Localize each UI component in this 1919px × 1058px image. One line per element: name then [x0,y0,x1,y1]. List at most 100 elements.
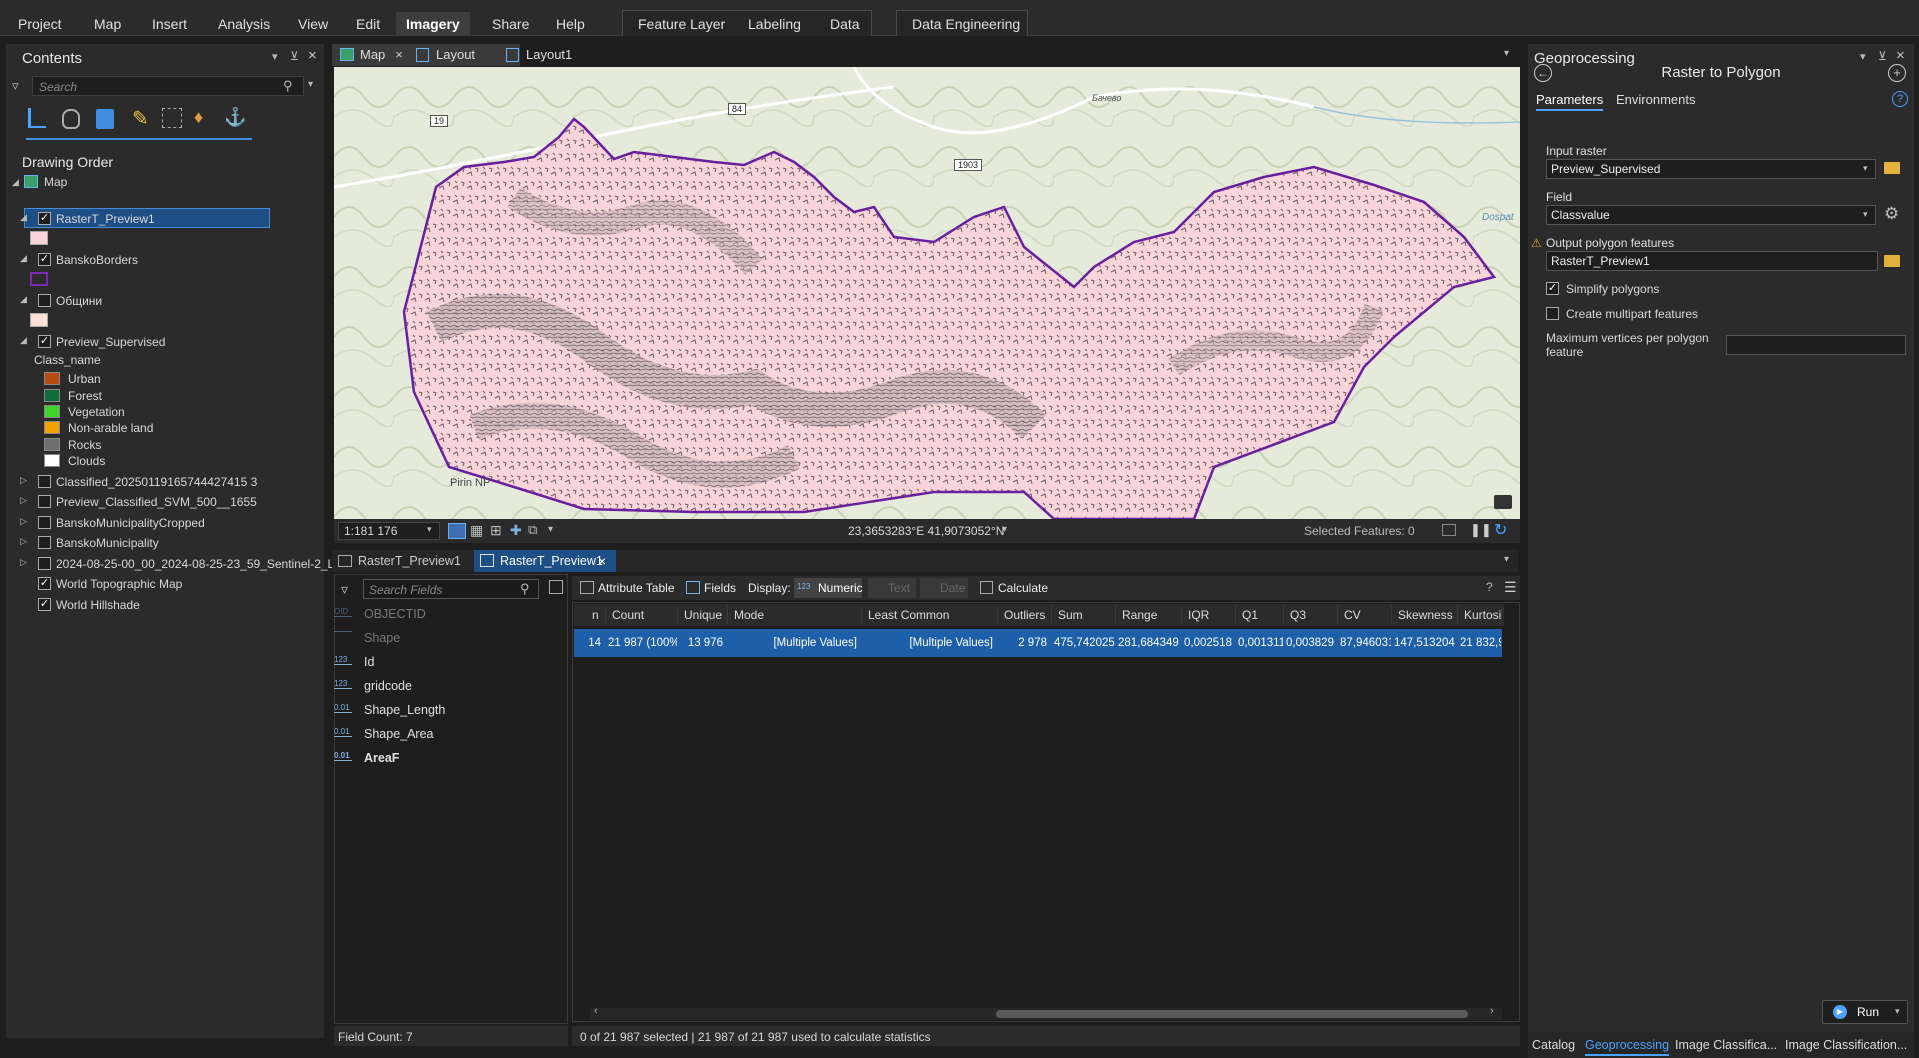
list-by-editing-icon[interactable]: ✎ [132,106,149,131]
attribution-icon[interactable] [1494,495,1512,509]
tab-data[interactable]: Data [820,12,870,36]
pin-icon[interactable]: ⊻ [290,49,299,63]
visibility-checkbox[interactable] [38,536,51,549]
visibility-checkbox[interactable] [38,294,51,307]
layer-preview-classified-svm[interactable]: ▷ Preview_Classified_SVM_500__1655 [6,491,306,513]
visibility-checkbox[interactable]: ✓ [38,212,51,225]
column-header[interactable]: Least Common [864,606,998,624]
bottom-tab-image-classification-1[interactable]: Image Classifica... [1675,1034,1777,1056]
visibility-checkbox[interactable]: ✓ [38,577,51,590]
cell[interactable]: 87,946031 [1340,630,1392,656]
tabs-overflow-icon[interactable]: ▾ [1504,48,1509,59]
max-vertices-input[interactable] [1726,335,1906,355]
layer-classified[interactable]: ▷ Classified_20250119165744427415 3 [6,471,306,493]
menu-icon[interactable]: ☰ [1504,579,1517,596]
multipart-checkbox[interactable] [1546,307,1559,320]
coordinate-icon[interactable]: ✚ [510,522,522,539]
visibility-checkbox[interactable] [38,557,51,570]
column-header[interactable]: Unique [680,606,728,624]
tab-analysis[interactable]: Analysis [208,12,280,36]
search-icon[interactable]: ⚲ [283,78,293,94]
calculate-button[interactable]: Calculate [998,581,1048,595]
map-view-tab-layout[interactable]: Layout [414,44,475,66]
cell[interactable]: 0,003829 [1286,630,1338,656]
visibility-checkbox[interactable]: ✓ [38,598,51,611]
expander-icon[interactable]: ◢ [20,253,27,264]
close-icon[interactable]: × [598,550,606,572]
layer-obshtini[interactable]: ◢ Общини [6,290,306,312]
cell[interactable]: 0,002518 [1184,630,1236,656]
warning-icon[interactable]: ⚠ [1531,236,1542,250]
run-button[interactable]: ▶ Run ▾ [1822,1000,1908,1024]
scrollbar-thumb[interactable] [996,1010,1468,1018]
map-expander[interactable]: ◢ [12,177,19,188]
pin-icon[interactable]: ⊻ [1878,49,1887,63]
search-fields-input[interactable]: Search Fields ⚲ [363,579,539,599]
visibility-checkbox[interactable]: ✓ [38,253,51,266]
snapping-icon[interactable]: ⊞ [490,522,502,539]
visibility-checkbox[interactable] [38,516,51,529]
layer-preview-supervised[interactable]: ◢ ✓ Preview_Supervised [6,331,306,353]
tab-labeling[interactable]: Labeling [738,12,811,36]
layer-bansko-cropped[interactable]: ▷ BanskoMunicipalityCropped [6,512,306,534]
list-by-labeling-icon[interactable]: ♦ [194,107,203,128]
bottom-tab-geoprocessing[interactable]: Geoprocessing [1585,1034,1670,1056]
expander-icon[interactable]: ▷ [20,495,27,506]
list-by-perspective-imagery-icon[interactable]: ⚓ [224,107,246,128]
grid-icon[interactable]: ▦ [470,522,483,539]
numeric-toggle[interactable]: Numeric 123 [794,578,863,598]
tab-edit[interactable]: Edit [346,12,390,36]
cell[interactable]: 2 978 [1000,630,1052,656]
list-by-drawing-order-icon[interactable] [28,108,46,128]
cell[interactable]: 21 987 (100%) [608,630,678,656]
table-tab-2-active[interactable]: RasterT_Preview1 × [474,550,616,572]
banskoborders-symbol[interactable] [30,272,48,286]
folder-icon[interactable] [1884,162,1900,174]
fixed-scale-icon[interactable] [448,523,466,539]
cell[interactable]: 13 976 [680,630,728,656]
field-options-icon[interactable] [549,580,563,594]
tab-insert[interactable]: Insert [142,12,197,36]
column-header[interactable]: Range [1118,606,1182,624]
visibility-checkbox[interactable] [38,495,51,508]
column-header[interactable]: Mode [730,606,862,624]
list-by-data-source-icon[interactable] [62,109,80,129]
tab-project[interactable]: Project [8,12,72,36]
tab-share[interactable]: Share [482,12,539,36]
list-by-selection-icon[interactable] [96,109,114,129]
expander-icon[interactable]: ◢ [20,294,27,305]
field-select[interactable]: Classvalue ▾ [1546,205,1876,225]
bottom-tab-catalog[interactable]: Catalog [1532,1034,1575,1056]
column-header[interactable]: Sum [1054,606,1116,624]
column-header[interactable]: CV [1340,606,1392,624]
layer-world-topographic-map[interactable]: ✓ World Topographic Map [6,573,306,595]
expander-icon[interactable]: ▷ [20,516,27,527]
cell[interactable]: 281,684349 [1118,630,1182,656]
selected-features-count[interactable]: Selected Features: 0 [1304,524,1415,538]
filter-icon[interactable]: ▿ [12,78,19,94]
close-icon[interactable]: × [1896,47,1905,64]
column-header[interactable]: Outliers [1000,606,1052,624]
gear-icon[interactable]: ⚙ [1884,204,1899,224]
close-icon[interactable]: × [395,47,403,62]
refresh-toggle-icon[interactable] [1442,524,1456,536]
cell[interactable]: 0,001311 [1238,630,1284,656]
layer-banskoborders[interactable]: ◢ ✓ BanskoBorders [6,249,306,271]
chevron-down-icon[interactable]: ▾ [1002,524,1007,535]
map-view-tab-map[interactable]: Map × [338,44,403,66]
help-icon[interactable]: ? [1486,580,1493,594]
input-raster-select[interactable]: Preview_Supervised ▾ [1546,159,1876,179]
cell[interactable]: 147,513204 [1394,630,1458,656]
layer-rastert-preview1[interactable]: ◢ ✓ RasterT_Preview1 [6,208,306,230]
layer-sentinel2[interactable]: ▷ 2024-08-25-00_00_2024-08-25-23_59_Senti… [6,553,344,575]
tab-map[interactable]: Map [84,12,131,36]
column-header[interactable]: Q1 [1238,606,1284,624]
obshtini-symbol[interactable] [30,313,48,327]
simplify-polygons-checkbox[interactable]: ✓ [1546,282,1559,295]
scale-selector[interactable]: 1:181 176 ▾ [338,522,440,540]
tabs-overflow-icon[interactable]: ▾ [1504,554,1509,565]
tab-feature-layer[interactable]: Feature Layer [628,12,735,36]
search-options-icon[interactable]: ▾ [308,79,313,90]
attribute-table-button[interactable]: Attribute Table [598,581,675,595]
cell[interactable]: [Multiple Values] [730,630,862,656]
